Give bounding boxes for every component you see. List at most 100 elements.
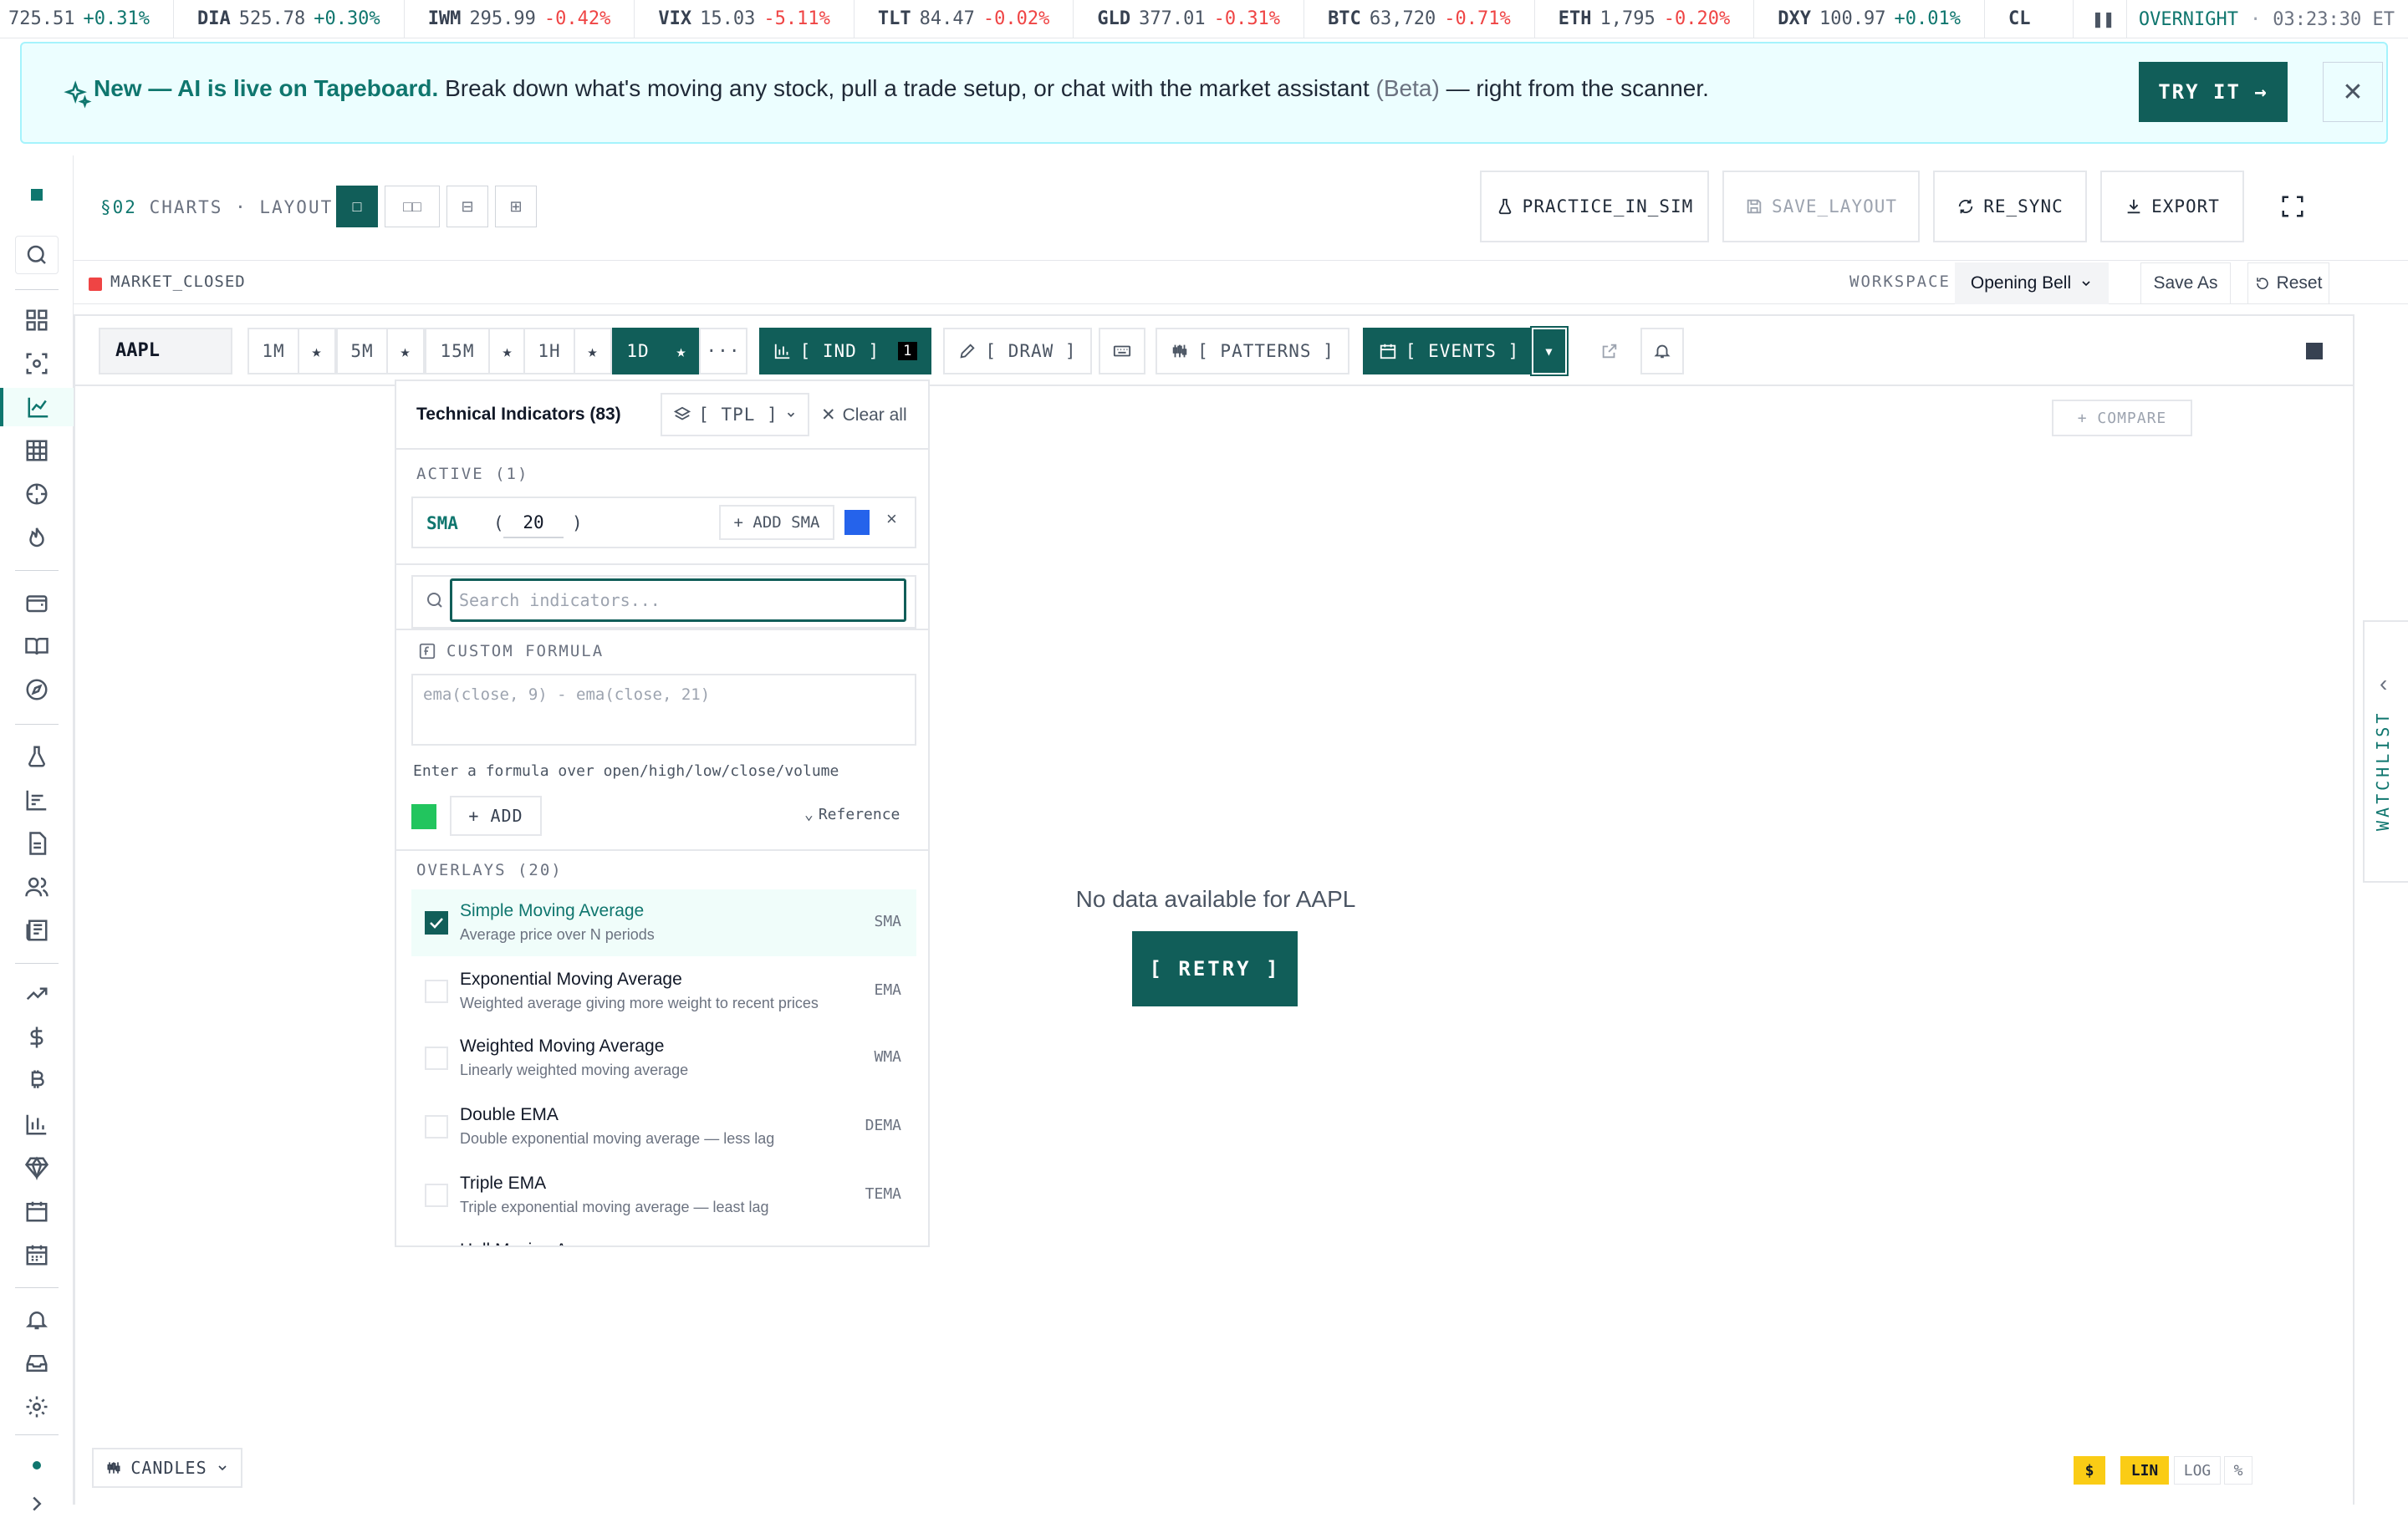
favorite-star-icon[interactable]: ★ <box>574 328 612 374</box>
timeframe-1h[interactable]: 1H <box>523 328 575 374</box>
indicator-item-ema[interactable]: Exponential Moving Average Weighted aver… <box>411 958 916 1025</box>
indicators-button[interactable]: [ IND ] 1 <box>759 328 931 374</box>
ticker-item-eth[interactable]: ETH 1,795 -0.20% <box>1535 0 1755 38</box>
layout-stacked-button[interactable]: ⊟ <box>446 186 488 227</box>
document-icon[interactable] <box>15 824 59 863</box>
export-button[interactable]: EXPORT <box>2100 171 2244 242</box>
grid-table-icon[interactable] <box>15 431 59 470</box>
gear-icon[interactable] <box>15 1388 59 1426</box>
scanner-icon[interactable] <box>15 344 59 383</box>
ticker-item-cl[interactable]: CL <box>1985 0 2054 38</box>
crosshair-icon[interactable] <box>15 475 59 513</box>
timeframe-15m[interactable]: 15M <box>425 328 490 374</box>
flask-icon[interactable] <box>15 737 59 776</box>
ticker-item-gld[interactable]: GLD 377.01 -0.31% <box>1074 0 1305 38</box>
more-timeframes-button[interactable]: ··· <box>699 328 747 374</box>
reference-toggle[interactable]: ⌄ Reference <box>804 806 900 823</box>
layout-single-button[interactable]: □ <box>336 186 378 227</box>
try-it-button[interactable]: TRY IT → <box>2139 62 2288 122</box>
app-logo[interactable] <box>15 176 59 214</box>
compare-button[interactable]: + COMPARE <box>2052 400 2192 436</box>
resync-button[interactable]: RE_SYNC <box>1933 171 2087 242</box>
workspace-select[interactable]: Opening Bell <box>1955 262 2109 304</box>
bell-icon[interactable] <box>15 1301 59 1339</box>
chart-type-select[interactable]: CANDLES <box>92 1448 242 1488</box>
indicator-checkbox[interactable] <box>425 911 448 935</box>
custom-formula-input[interactable] <box>411 674 916 746</box>
dollar-icon[interactable] <box>15 1018 59 1057</box>
charts-icon[interactable] <box>0 388 74 426</box>
ticker-item-vix[interactable]: VIX 15.03 -5.11% <box>635 0 855 38</box>
trending-up-icon[interactable] <box>15 975 59 1013</box>
remove-indicator-button[interactable]: × <box>886 508 897 530</box>
layout-grid-button[interactable]: ⊞ <box>495 186 537 227</box>
scale-linear-button[interactable]: LIN <box>2120 1456 2169 1485</box>
timeframe-5m[interactable]: 5M <box>336 328 388 374</box>
calendar-icon[interactable] <box>15 1192 59 1230</box>
book-icon[interactable] <box>15 627 59 665</box>
save-as-button[interactable]: Save As <box>2140 262 2231 304</box>
ticker-item-spy[interactable]: 725.51 +0.31% <box>0 0 174 38</box>
timeframe-1d[interactable]: 1D <box>612 328 664 374</box>
clear-all-button[interactable]: ✕ Clear all <box>821 405 907 425</box>
scale-percent-button[interactable]: % <box>2224 1456 2252 1485</box>
indicator-checkbox[interactable] <box>425 1115 448 1138</box>
expand-sidebar-icon[interactable] <box>15 1485 59 1523</box>
retry-button[interactable]: [ RETRY ] <box>1132 931 1298 1006</box>
newspaper-icon[interactable] <box>15 911 59 950</box>
flame-icon[interactable] <box>15 518 59 557</box>
indicator-checkbox[interactable] <box>425 980 448 1003</box>
ticker-item-btc[interactable]: BTC 63,720 -0.71% <box>1304 0 1535 38</box>
sma-period-input[interactable] <box>503 508 564 538</box>
watchlist-tab[interactable]: ‹ WATCHLIST <box>2363 620 2408 883</box>
scale-currency-button[interactable]: $ <box>2074 1456 2105 1485</box>
indicator-search-input[interactable] <box>450 578 906 622</box>
external-link-icon[interactable] <box>1590 328 1629 374</box>
patterns-button[interactable]: [ PATTERNS ] <box>1156 328 1349 374</box>
add-formula-button[interactable]: + ADD <box>450 796 542 836</box>
formula-color-swatch[interactable] <box>411 804 436 829</box>
indicator-item-sma[interactable]: Simple Moving Average Average price over… <box>411 889 916 956</box>
sma-color-swatch[interactable] <box>844 510 870 535</box>
add-sma-button[interactable]: + ADD SMA <box>719 505 834 540</box>
favorite-star-icon[interactable]: ★ <box>488 328 527 374</box>
timeframe-1m[interactable]: 1M <box>247 328 299 374</box>
indicator-item-hma[interactable]: Hull Moving Average <box>411 1229 916 1245</box>
events-dropdown-button[interactable]: ▾ <box>1530 326 1569 376</box>
users-icon[interactable] <box>15 868 59 906</box>
inbox-icon[interactable] <box>15 1344 59 1383</box>
diamond-icon[interactable] <box>15 1149 59 1187</box>
scale-log-button[interactable]: LOG <box>2174 1456 2221 1485</box>
indicator-checkbox[interactable] <box>425 1047 448 1070</box>
reset-button[interactable]: Reset <box>2247 262 2329 304</box>
bitcoin-icon[interactable] <box>15 1062 59 1100</box>
events-button[interactable]: [ EVENTS ] <box>1363 328 1535 374</box>
pause-icon[interactable]: ❚❚ <box>2092 9 2115 30</box>
templates-button[interactable]: [ TPL ] <box>661 393 809 436</box>
close-icon[interactable]: ✕ <box>2323 62 2383 122</box>
ticker-item-iwm[interactable]: IWM 295.99 -0.42% <box>405 0 635 38</box>
save-layout-button[interactable]: SAVE_LAYOUT <box>1722 171 1920 242</box>
bar-chart-icon[interactable] <box>15 781 59 819</box>
search-icon[interactable] <box>15 236 59 274</box>
draw-button[interactable]: [ DRAW ] <box>943 328 1092 374</box>
ticker-item-dia[interactable]: DIA 525.78 +0.30% <box>174 0 405 38</box>
symbol-input[interactable]: AAPL <box>99 328 232 374</box>
calendar-grid-icon[interactable] <box>15 1235 59 1274</box>
favorite-star-icon[interactable]: ★ <box>386 328 425 374</box>
compass-icon[interactable] <box>15 670 59 709</box>
fullscreen-icon[interactable] <box>2268 171 2318 242</box>
ticker-item-dxy[interactable]: DXY 100.97 +0.01% <box>1754 0 1985 38</box>
indicator-checkbox[interactable] <box>425 1184 448 1207</box>
indicator-item-wma[interactable]: Weighted Moving Average Linearly weighte… <box>411 1025 916 1092</box>
favorite-star-icon[interactable]: ★ <box>298 328 336 374</box>
indicator-item-dema[interactable]: Double EMA Double exponential moving ave… <box>411 1093 916 1160</box>
wallet-icon[interactable] <box>15 583 59 622</box>
column-chart-icon[interactable] <box>15 1105 59 1144</box>
indicator-item-tema[interactable]: Triple EMA Triple exponential moving ave… <box>411 1162 916 1229</box>
panel-toggle-icon[interactable] <box>2306 343 2323 359</box>
favorite-star-icon[interactable]: ★ <box>662 328 701 374</box>
practice-in-sim-button[interactable]: PRACTICE_IN_SIM <box>1480 171 1709 242</box>
layout-double-button[interactable]: □□ <box>385 186 440 227</box>
alert-bell-icon[interactable] <box>1640 328 1684 374</box>
